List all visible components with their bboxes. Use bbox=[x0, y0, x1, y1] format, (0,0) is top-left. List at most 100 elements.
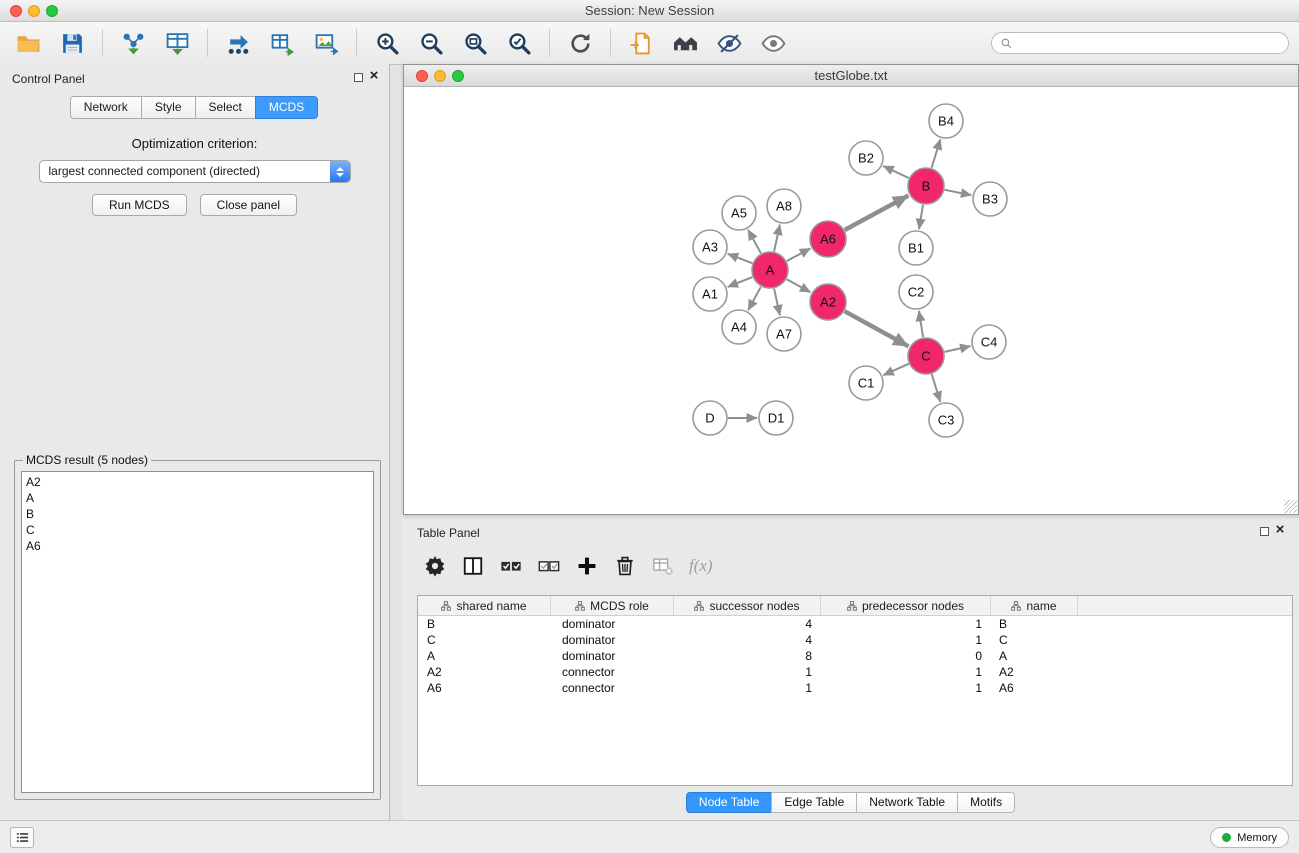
table-cell[interactable]: 1 bbox=[821, 665, 991, 679]
table-cell[interactable]: C bbox=[991, 633, 1078, 647]
table-cell[interactable]: B bbox=[991, 617, 1078, 631]
delete-columns-icon[interactable] bbox=[609, 550, 641, 582]
memory-button[interactable]: Memory bbox=[1210, 827, 1289, 848]
function-builder-icon[interactable]: f(x) bbox=[685, 550, 717, 582]
close-window-button[interactable] bbox=[10, 5, 22, 17]
graph-node-A8[interactable]: A8 bbox=[767, 189, 801, 223]
table-cell[interactable]: 4 bbox=[674, 633, 821, 647]
network-close-button[interactable] bbox=[416, 70, 428, 82]
table-row[interactable]: Cdominator41C bbox=[418, 632, 1292, 648]
run-mcds-button[interactable]: Run MCDS bbox=[92, 194, 187, 216]
table-cell[interactable]: dominator bbox=[551, 649, 674, 663]
mcds-result-list[interactable]: A2ABCA6 bbox=[21, 471, 374, 793]
graph-node-A1[interactable]: A1 bbox=[693, 277, 727, 311]
table-cell[interactable]: B bbox=[418, 617, 551, 631]
table-cell[interactable]: A6 bbox=[418, 681, 551, 695]
tab-mcds[interactable]: MCDS bbox=[255, 96, 318, 119]
export-network-icon[interactable] bbox=[216, 25, 260, 61]
table-cell[interactable]: 1 bbox=[674, 681, 821, 695]
import-network-icon[interactable] bbox=[111, 25, 155, 61]
graph-node-A4[interactable]: A4 bbox=[722, 310, 756, 344]
toggle-panel-layout-icon[interactable] bbox=[457, 550, 489, 582]
mcds-result-item[interactable]: A6 bbox=[26, 538, 369, 554]
tab-edge-table[interactable]: Edge Table bbox=[771, 792, 857, 813]
table-cell[interactable]: 4 bbox=[674, 617, 821, 631]
deselect-all-rows-icon[interactable] bbox=[533, 550, 565, 582]
mcds-result-item[interactable]: C bbox=[26, 522, 369, 538]
graph-node-D1[interactable]: D1 bbox=[759, 401, 793, 435]
resize-handle[interactable] bbox=[1284, 500, 1297, 513]
table-cell[interactable]: 8 bbox=[674, 649, 821, 663]
zoom-selected-icon[interactable] bbox=[497, 25, 541, 61]
table-cell[interactable]: 0 bbox=[821, 649, 991, 663]
graph-node-C2[interactable]: C2 bbox=[899, 275, 933, 309]
graph-node-C1[interactable]: C1 bbox=[849, 366, 883, 400]
table-cell[interactable]: dominator bbox=[551, 617, 674, 631]
graph-node-B[interactable]: B bbox=[908, 168, 944, 204]
export-image-icon[interactable] bbox=[304, 25, 348, 61]
open-session-icon[interactable] bbox=[6, 25, 50, 61]
graph-node-A5[interactable]: A5 bbox=[722, 196, 756, 230]
select-all-rows-icon[interactable] bbox=[495, 550, 527, 582]
column-header-mcds-role[interactable]: MCDS role bbox=[551, 596, 674, 615]
show-hide-icon[interactable] bbox=[751, 25, 795, 61]
zoom-out-icon[interactable] bbox=[409, 25, 453, 61]
close-panel-button[interactable]: Close panel bbox=[200, 194, 297, 216]
minimize-window-button[interactable] bbox=[28, 5, 40, 17]
graph-node-C3[interactable]: C3 bbox=[929, 403, 963, 437]
graph-node-B1[interactable]: B1 bbox=[899, 231, 933, 265]
table-cell[interactable]: connector bbox=[551, 681, 674, 695]
zoom-in-icon[interactable] bbox=[365, 25, 409, 61]
tab-network[interactable]: Network bbox=[70, 96, 142, 119]
float-panel-icon[interactable] bbox=[354, 73, 363, 82]
table-cell[interactable]: C bbox=[418, 633, 551, 647]
create-column-icon[interactable] bbox=[571, 550, 603, 582]
tab-style[interactable]: Style bbox=[141, 96, 196, 119]
table-cell[interactable]: 1 bbox=[821, 633, 991, 647]
tab-node-table[interactable]: Node Table bbox=[686, 792, 773, 813]
graph-node-A2[interactable]: A2 bbox=[810, 284, 846, 320]
network-window-titlebar[interactable]: testGlobe.txt bbox=[404, 65, 1298, 87]
import-table-disabled-icon[interactable] bbox=[647, 550, 679, 582]
mcds-result-item[interactable]: A2 bbox=[26, 474, 369, 490]
zoom-fit-icon[interactable] bbox=[453, 25, 497, 61]
table-cell[interactable]: 1 bbox=[821, 681, 991, 695]
graph-node-C4[interactable]: C4 bbox=[972, 325, 1006, 359]
network-canvas[interactable]: B4B2BB3A5A8A6B1A3AC2A1A2A4A7C4CC1C3DD1 bbox=[404, 87, 1298, 514]
close-panel-icon[interactable] bbox=[367, 68, 381, 84]
tab-motifs[interactable]: Motifs bbox=[957, 792, 1015, 813]
zoom-window-button[interactable] bbox=[46, 5, 58, 17]
hide-graphics-details-icon[interactable] bbox=[707, 25, 751, 61]
table-float-panel-icon[interactable] bbox=[1260, 527, 1269, 536]
table-cell[interactable]: A bbox=[418, 649, 551, 663]
export-table-icon[interactable] bbox=[260, 25, 304, 61]
table-cell[interactable]: 1 bbox=[674, 665, 821, 679]
graph-node-B3[interactable]: B3 bbox=[973, 182, 1007, 216]
tab-network-table[interactable]: Network Table bbox=[856, 792, 958, 813]
table-row[interactable]: Adominator80A bbox=[418, 648, 1292, 664]
show-panels-button[interactable] bbox=[10, 827, 34, 848]
graph-node-A[interactable]: A bbox=[752, 252, 788, 288]
import-table-icon[interactable] bbox=[155, 25, 199, 61]
tab-select[interactable]: Select bbox=[195, 96, 256, 119]
column-header-predecessor-nodes[interactable]: predecessor nodes bbox=[821, 596, 991, 615]
graph-node-C[interactable]: C bbox=[908, 338, 944, 374]
graph-node-D[interactable]: D bbox=[693, 401, 727, 435]
network-minimize-button[interactable] bbox=[434, 70, 446, 82]
table-close-panel-icon[interactable] bbox=[1273, 522, 1287, 538]
graph-node-B4[interactable]: B4 bbox=[929, 104, 963, 138]
column-header-successor-nodes[interactable]: successor nodes bbox=[674, 596, 821, 615]
optimization-criterion-select[interactable]: largest connected component (directed) bbox=[39, 160, 351, 183]
network-overview-icon[interactable] bbox=[663, 25, 707, 61]
column-header-name[interactable]: name bbox=[991, 596, 1078, 615]
search-input[interactable] bbox=[1018, 36, 1280, 50]
network-graph[interactable]: B4B2BB3A5A8A6B1A3AC2A1A2A4A7C4CC1C3DD1 bbox=[404, 87, 1298, 514]
graph-node-A7[interactable]: A7 bbox=[767, 317, 801, 351]
table-cell[interactable]: A2 bbox=[991, 665, 1078, 679]
open-panel-icon[interactable] bbox=[619, 25, 663, 61]
mcds-result-item[interactable]: B bbox=[26, 506, 369, 522]
table-row[interactable]: A2connector11A2 bbox=[418, 664, 1292, 680]
network-zoom-button[interactable] bbox=[452, 70, 464, 82]
save-session-icon[interactable] bbox=[50, 25, 94, 61]
mcds-result-item[interactable]: A bbox=[26, 490, 369, 506]
